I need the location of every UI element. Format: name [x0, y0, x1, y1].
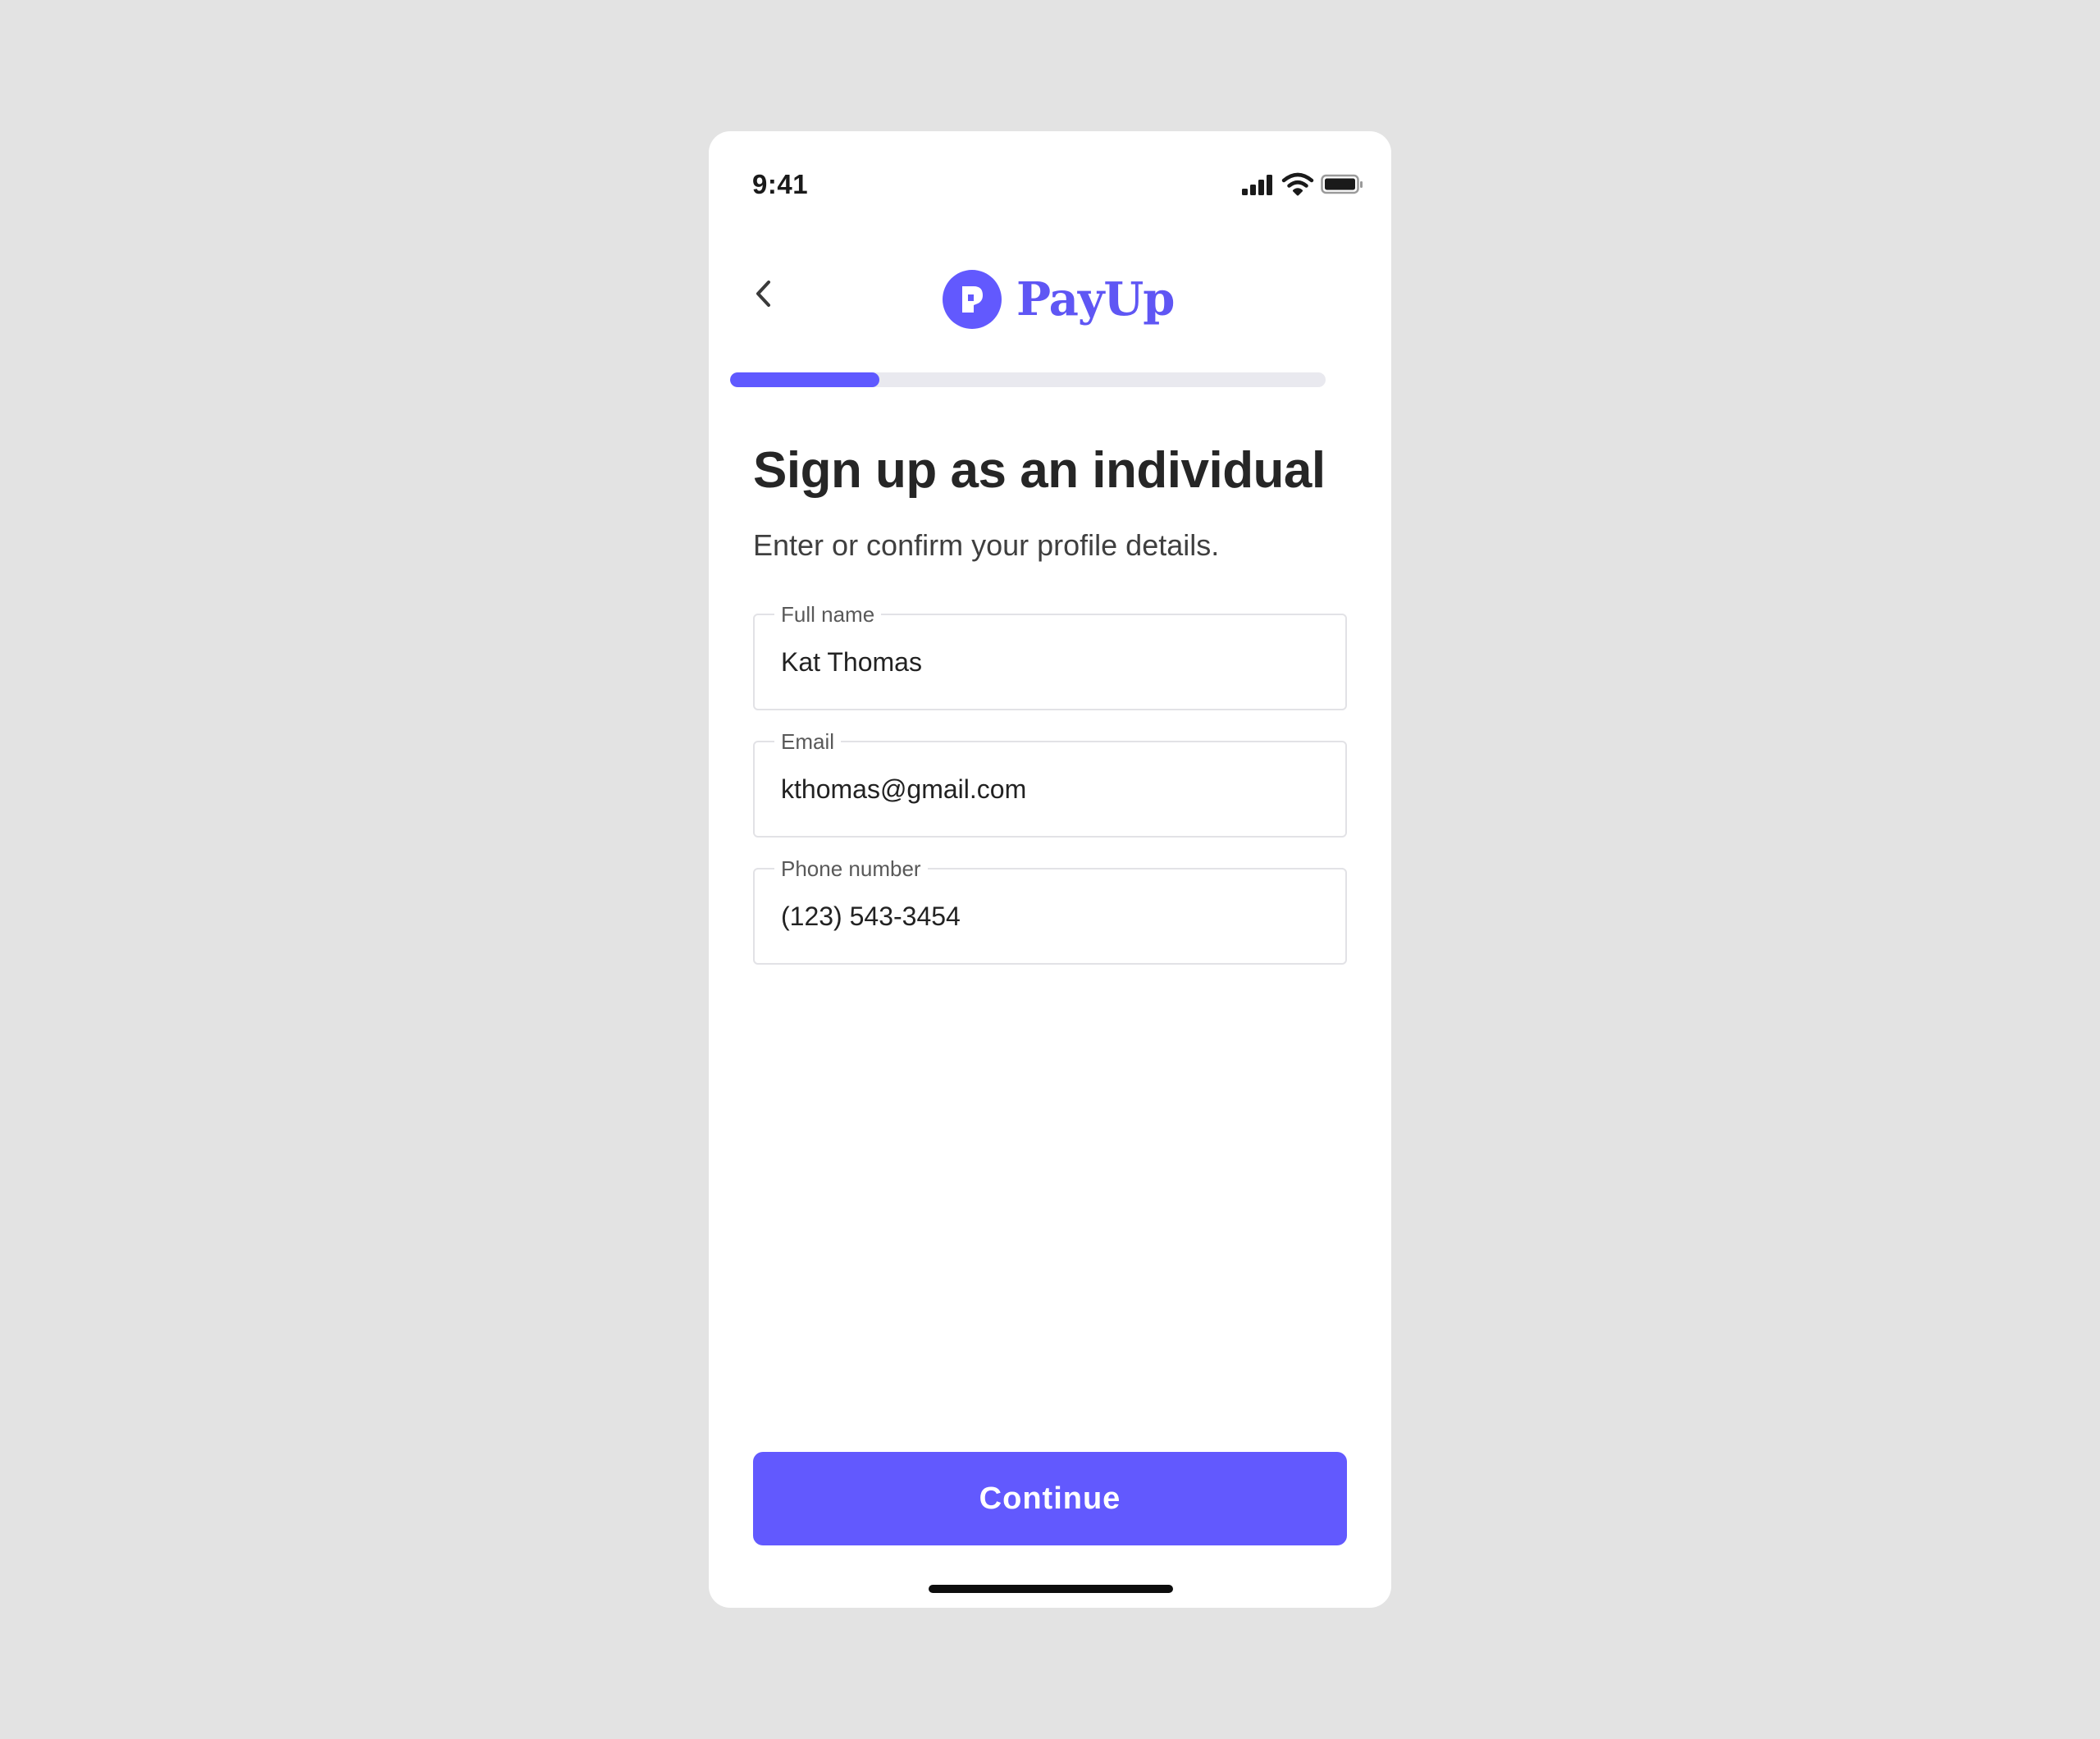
back-button[interactable] [743, 274, 784, 315]
full-name-label: Full name [774, 602, 882, 627]
page-subtitle: Enter or confirm your profile details. [753, 528, 1220, 562]
wifi-icon [1281, 172, 1314, 197]
full-name-field: Full name [753, 602, 1347, 710]
progress-bar [730, 372, 1326, 387]
phone-label: Phone number [774, 856, 928, 881]
email-field: Email [753, 729, 1347, 838]
full-name-input[interactable] [781, 641, 1322, 682]
brand-logo: PayUp [943, 269, 1175, 330]
page-title: Sign up as an individual [753, 442, 1326, 499]
status-icons [1242, 172, 1365, 205]
email-label: Email [774, 729, 842, 754]
progress-fill [730, 372, 879, 387]
phone-input[interactable] [781, 896, 1322, 937]
status-time: 9:41 [752, 169, 809, 199]
signal-icon [1242, 172, 1276, 197]
email-input[interactable] [781, 769, 1322, 810]
phone-screen: 9:41 PayUp Sign up as an individual Ente… [709, 131, 1391, 1608]
home-indicator [929, 1585, 1173, 1593]
battery-icon [1321, 174, 1363, 195]
chevron-left-icon [743, 281, 784, 318]
continue-button[interactable]: Continue [753, 1452, 1347, 1545]
payup-logo-icon [943, 270, 1002, 329]
brand-name: PayUp [1016, 272, 1175, 326]
phone-field: Phone number [753, 856, 1347, 965]
